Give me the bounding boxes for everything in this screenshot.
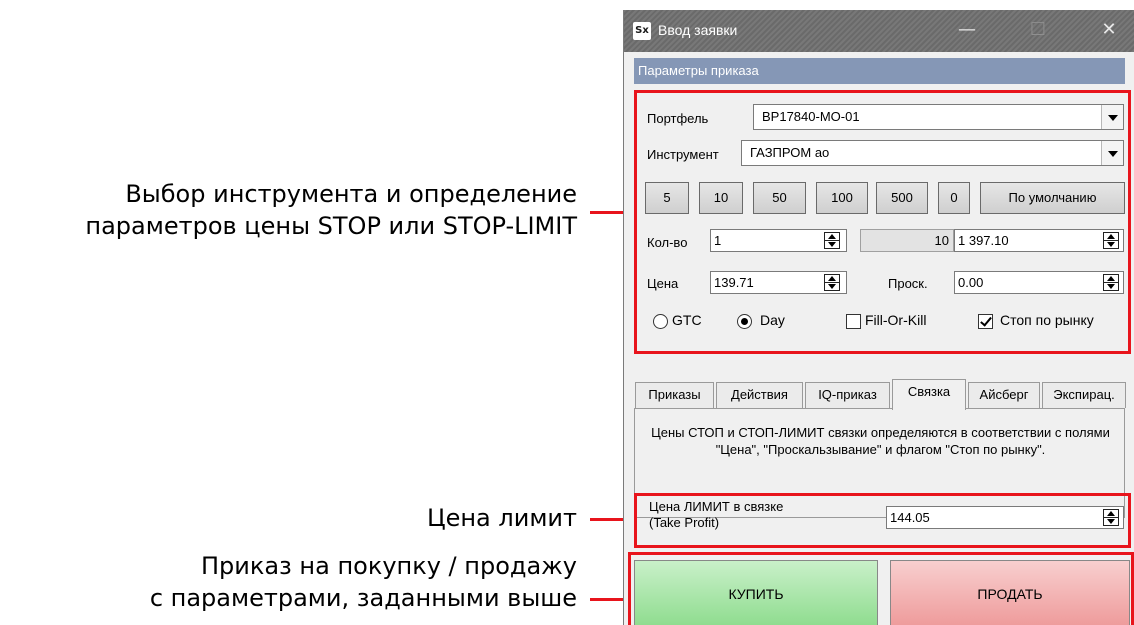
fill-or-kill-label[interactable]: Fill-Or-Kill (865, 312, 926, 328)
limit-price-label-line1: Цена ЛИМИТ в связке (649, 499, 784, 514)
instrument-select[interactable]: ГАЗПРОМ ао (741, 140, 1124, 166)
slippage-input[interactable]: 0.00 (954, 271, 1124, 294)
portfolio-label: Портфель (647, 111, 709, 126)
stop-market-label[interactable]: Стоп по рынку (1000, 312, 1094, 328)
maximize-button[interactable]: ☐ (1018, 14, 1058, 46)
annotation-order-line1: Приказ на покупку / продажу (200, 552, 577, 580)
annotation-order-line2: с параметрами, заданными выше (149, 584, 577, 612)
instrument-value: ГАЗПРОМ ао (750, 145, 830, 160)
minimize-button[interactable]: — (947, 14, 987, 46)
instrument-label: Инструмент (647, 147, 719, 162)
annotation-limit: Цена лимит (426, 504, 577, 532)
amount-spinner[interactable] (1103, 232, 1119, 249)
limit-price-input[interactable]: 144.05 (886, 506, 1124, 529)
gtc-label[interactable]: GTC (672, 312, 702, 328)
app-logo-icon: Sx (633, 22, 651, 40)
bundle-description: Цены СТОП и СТОП-ЛИМИТ связки определяют… (651, 425, 1110, 457)
quick-qty-50-button[interactable]: 50 (753, 182, 806, 214)
sell-button[interactable]: ПРОДАТЬ (890, 560, 1130, 625)
quick-qty-100-button[interactable]: 100 (816, 182, 868, 214)
tab-bundle[interactable]: Связка (892, 379, 966, 410)
tab-iceberg[interactable]: Айсберг (968, 382, 1040, 408)
day-label[interactable]: Day (760, 312, 785, 328)
quick-qty-500-button[interactable]: 500 (876, 182, 928, 214)
chevron-down-icon[interactable] (1101, 105, 1123, 129)
price-label: Цена (647, 276, 679, 291)
price-spinner[interactable] (824, 274, 840, 291)
buy-button[interactable]: КУПИТЬ (634, 560, 878, 625)
day-radio[interactable] (737, 314, 752, 329)
slippage-label: Проск. (888, 276, 928, 291)
close-button[interactable]: ✕ (1089, 14, 1129, 46)
limit-price-spinner[interactable] (1103, 509, 1119, 526)
window-title: Ввод заявки (658, 22, 738, 38)
gtc-radio[interactable] (653, 314, 668, 329)
tab-orders[interactable]: Приказы (635, 382, 714, 408)
qty-spinner[interactable] (824, 232, 840, 249)
portfolio-select[interactable]: BP17840-MO-01 (753, 104, 1124, 130)
title-bar[interactable]: Sx Ввод заявки — ☐ ✕ (624, 10, 1134, 52)
quick-qty-10-button[interactable]: 10 (699, 182, 743, 214)
tab-iq-order[interactable]: IQ-приказ (805, 382, 890, 408)
stop-market-checkbox[interactable] (978, 314, 993, 329)
tab-expiration[interactable]: Экспирац. (1042, 382, 1126, 408)
lots-value: 10 (860, 229, 954, 252)
fill-or-kill-checkbox[interactable] (846, 314, 861, 329)
order-entry-window: Sx Ввод заявки — ☐ ✕ Параметры приказа П… (623, 10, 1134, 625)
quick-qty-5-button[interactable]: 5 (645, 182, 689, 214)
qty-label: Кол-во (647, 235, 688, 250)
chevron-down-icon[interactable] (1101, 141, 1123, 165)
annotation-params-line1: Выбор инструмента и определение (125, 180, 577, 208)
annotation-params-line2: параметров цены STOP или STOP-LIMIT (85, 212, 577, 240)
order-params-header: Параметры приказа (634, 58, 1125, 84)
default-qty-button[interactable]: По умолчанию (980, 182, 1125, 214)
amount-input[interactable]: 1 397.10 (954, 229, 1124, 252)
quick-qty-0-button[interactable]: 0 (938, 182, 970, 214)
limit-price-label-line2: (Take Profit) (649, 515, 720, 530)
slippage-spinner[interactable] (1103, 274, 1119, 291)
portfolio-value: BP17840-MO-01 (762, 109, 860, 124)
tab-actions[interactable]: Действия (716, 382, 803, 408)
